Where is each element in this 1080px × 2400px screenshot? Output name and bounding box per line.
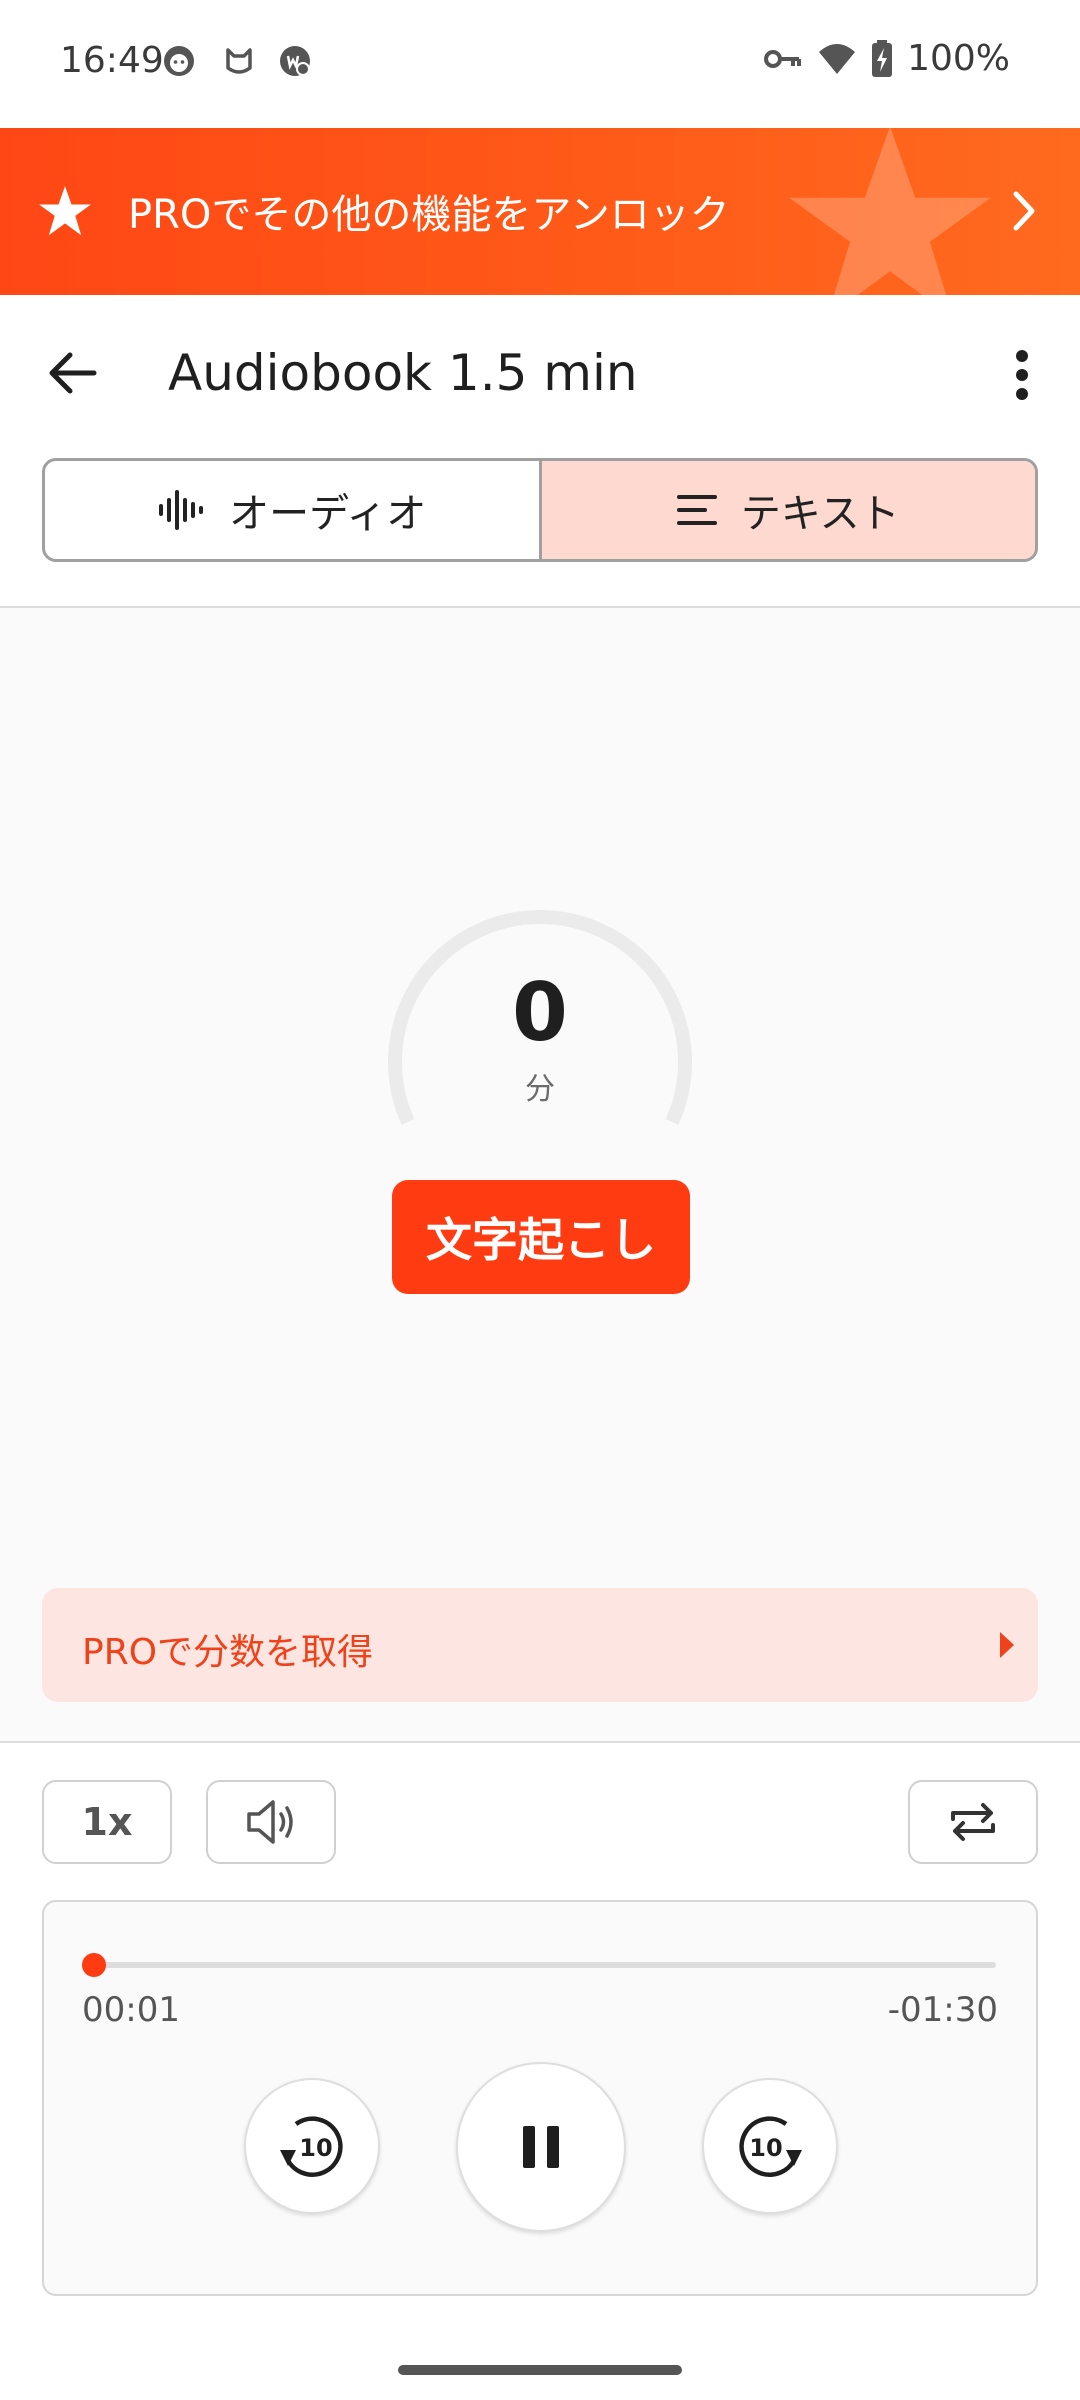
status-bar: 16:49 100%	[0, 0, 1080, 128]
status-right: 100%	[763, 38, 1010, 79]
replay-10-icon: 10	[280, 2116, 343, 2177]
home-indicator[interactable]	[398, 2365, 682, 2375]
volume-icon	[247, 1800, 293, 1844]
banner-text: PROでその他の機能をアンロック	[128, 192, 730, 238]
status-time: 16:49	[60, 40, 164, 81]
page-title: Audiobook 1.5 min	[168, 344, 638, 402]
arrow-left-icon	[49, 352, 97, 394]
wifi-icon	[819, 43, 856, 74]
seek-bar[interactable]	[82, 1953, 996, 1977]
repeat-icon	[951, 1803, 995, 1841]
forward-seconds: 10	[749, 2134, 782, 2162]
battery-charging-icon	[872, 39, 893, 77]
get-minutes-pro-bar[interactable]: PROで分数を取得	[42, 1588, 1038, 1702]
audio-player: 00:01 -01:30 10 10	[42, 1900, 1038, 2296]
tab-audio-label: オーディオ	[229, 491, 427, 537]
elapsed-time: 00:01	[82, 1990, 180, 2030]
back-button[interactable]	[40, 338, 106, 408]
pause-button[interactable]	[456, 2062, 626, 2232]
app-badge-icon	[280, 46, 310, 76]
vpn-key-icon	[764, 49, 802, 68]
forward-10-icon: 10	[739, 2116, 802, 2177]
star-icon	[39, 186, 91, 236]
decorative-star-icon	[789, 128, 991, 295]
more-vert-icon	[1016, 350, 1028, 400]
playback-speed-button[interactable]: 1x	[42, 1780, 172, 1864]
cat-icon	[226, 48, 252, 74]
transcription-panel: 0 分 文字起こし PROで分数を取得	[0, 606, 1080, 1743]
pro-bar-text: PROで分数を取得	[82, 1632, 374, 1673]
rewind-10-button[interactable]: 10	[244, 2078, 380, 2214]
pro-unlock-banner[interactable]: PROでその他の機能をアンロック	[0, 128, 1080, 295]
rewind-seconds: 10	[299, 2134, 332, 2162]
forward-10-button[interactable]: 10	[702, 2078, 838, 2214]
pause-icon	[523, 2126, 559, 2168]
minutes-value: 0	[512, 966, 568, 1059]
face-icon	[164, 46, 194, 76]
transcribe-button[interactable]: 文字起こし	[392, 1180, 690, 1294]
seek-thumb[interactable]	[82, 1953, 107, 1977]
waveform-icon	[159, 490, 204, 530]
more-options-button[interactable]	[994, 340, 1050, 410]
tab-audio[interactable]: オーディオ	[45, 461, 539, 559]
tab-text-label: テキスト	[740, 491, 900, 537]
minutes-unit: 分	[525, 1072, 555, 1107]
chevron-right-icon	[1013, 191, 1035, 231]
remaining-time: -01:30	[887, 1990, 998, 2030]
repeat-button[interactable]	[908, 1780, 1038, 1864]
battery-percent: 100%	[907, 38, 1010, 79]
tab-text[interactable]: テキスト	[538, 461, 1035, 559]
view-tabs: オーディオ テキスト	[42, 458, 1038, 562]
text-lines-icon	[676, 495, 717, 525]
caret-right-icon	[1000, 1632, 1014, 1658]
volume-button[interactable]	[206, 1780, 336, 1864]
